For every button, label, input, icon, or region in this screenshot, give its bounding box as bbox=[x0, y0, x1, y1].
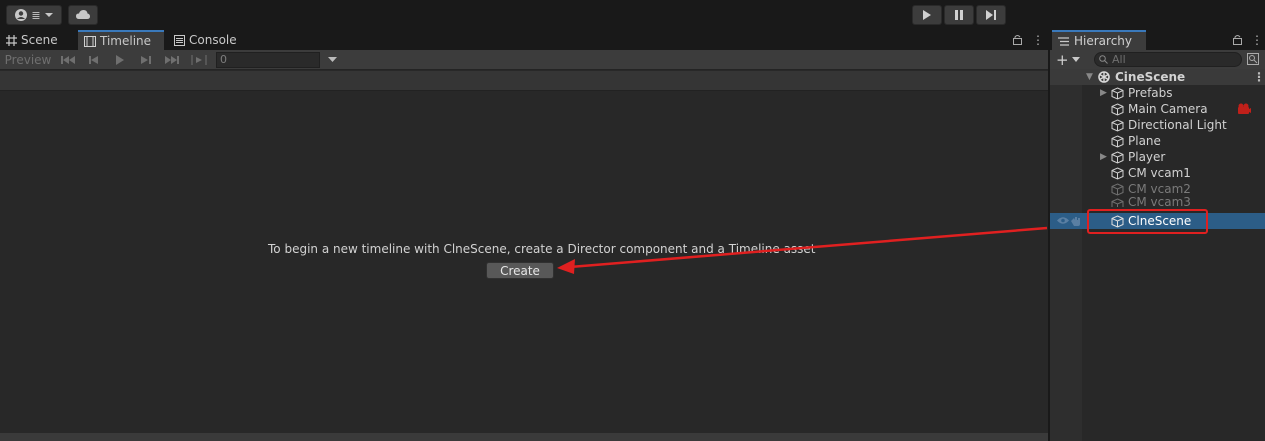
pickable-hand-icon[interactable] bbox=[1070, 216, 1081, 226]
hierarchy-item-main-camera[interactable]: Main Camera bbox=[1050, 101, 1265, 117]
hierarchy-item-cm-vcam3[interactable]: CM vcam3 bbox=[1050, 197, 1265, 207]
previous-frame-icon bbox=[89, 56, 98, 64]
create-button[interactable]: Create bbox=[486, 262, 554, 279]
search-placeholder: All bbox=[1112, 53, 1126, 66]
hierarchy-item-directional-light[interactable]: Directional Light bbox=[1050, 117, 1265, 133]
add-object-button[interactable]: + bbox=[1056, 50, 1080, 69]
gameobject-cube-icon bbox=[1111, 102, 1124, 116]
hierarchy-item-cm-vcam1[interactable]: CM vcam1 bbox=[1050, 165, 1265, 181]
hierarchy-item-label: CM vcam1 bbox=[1128, 166, 1191, 180]
empty-timeline-message: To begin a new timeline with ClneScene, … bbox=[268, 242, 816, 256]
play-icon bbox=[116, 55, 124, 65]
panel-tab-bar: Scene Timeline Console ⋮ bbox=[0, 30, 1048, 50]
tab-timeline[interactable]: Timeline bbox=[78, 30, 164, 50]
hierarchy-item-cm-vcam2[interactable]: CM vcam2 bbox=[1050, 181, 1265, 197]
top-toolbar: ≣ bbox=[0, 0, 1265, 30]
tab-label: Timeline bbox=[100, 34, 152, 48]
hierarchy-item-label: Prefabs bbox=[1128, 86, 1173, 100]
kebab-menu-icon[interactable]: ⋮ bbox=[1251, 33, 1263, 47]
grid-icon bbox=[6, 34, 17, 46]
cloud-icon bbox=[76, 10, 90, 19]
previous-frame-button[interactable] bbox=[84, 52, 104, 68]
next-frame-icon bbox=[141, 56, 151, 64]
hierarchy-item-label: Player bbox=[1128, 150, 1166, 164]
account-icon bbox=[15, 9, 28, 21]
search-filter-icon[interactable] bbox=[1247, 53, 1259, 65]
chevron-down-icon bbox=[44, 13, 53, 17]
tab-label: Console bbox=[189, 33, 237, 47]
lock-icon[interactable] bbox=[1013, 34, 1022, 45]
step-icon bbox=[986, 10, 996, 20]
goto-start-icon bbox=[61, 56, 75, 64]
cinemachine-brain-icon bbox=[1238, 103, 1251, 114]
chevron-down-icon bbox=[327, 57, 337, 62]
kebab-menu-icon[interactable]: ⋮ bbox=[1253, 70, 1265, 84]
step-button[interactable] bbox=[976, 5, 1006, 25]
caret-right-icon[interactable]: ▶ bbox=[1100, 88, 1107, 98]
tab-label: Scene bbox=[21, 33, 58, 47]
hierarchy-panel: Hierarchy ⋮ + All ▼ CineScene ⋮ ▶ Prefab… bbox=[1050, 30, 1265, 441]
gameobject-cube-icon bbox=[1111, 118, 1124, 132]
cloud-button[interactable] bbox=[68, 5, 98, 25]
tab-console[interactable]: Console bbox=[168, 30, 248, 50]
annotation-highlight-box bbox=[1087, 209, 1208, 234]
chevron-down-icon bbox=[1071, 57, 1080, 62]
preview-toggle[interactable]: Preview bbox=[4, 52, 52, 68]
pause-icon bbox=[955, 10, 963, 20]
gameobject-cube-icon bbox=[1111, 150, 1124, 164]
timeline-header-strip bbox=[0, 71, 1048, 91]
hierarchy-item-plane[interactable]: Plane bbox=[1050, 133, 1265, 149]
layers-glyph: ≣ bbox=[31, 8, 41, 22]
timeline-dropdown[interactable] bbox=[322, 52, 342, 68]
time-field[interactable]: 0 bbox=[216, 52, 320, 68]
lock-icon[interactable] bbox=[1233, 34, 1242, 45]
timeline-panel: Scene Timeline Console ⋮ Preview 0 To be… bbox=[0, 30, 1048, 441]
hierarchy-item-label: CM vcam3 bbox=[1128, 197, 1191, 207]
search-icon bbox=[1099, 55, 1108, 64]
tab-scene[interactable]: Scene bbox=[0, 30, 76, 50]
tab-hierarchy[interactable]: Hierarchy bbox=[1052, 30, 1146, 50]
gameobject-cube-icon bbox=[1111, 134, 1124, 148]
goto-end-button[interactable] bbox=[162, 52, 182, 68]
tab-label: Hierarchy bbox=[1074, 34, 1133, 48]
film-icon bbox=[84, 35, 96, 47]
gameobject-cube-icon bbox=[1111, 182, 1124, 196]
next-frame-button[interactable] bbox=[136, 52, 156, 68]
list-icon bbox=[1058, 36, 1069, 46]
console-icon bbox=[174, 34, 185, 46]
caret-down-icon[interactable]: ▼ bbox=[1086, 72, 1093, 82]
play-button[interactable] bbox=[912, 5, 942, 25]
scene-row[interactable]: ▼ CineScene ⋮ bbox=[1050, 69, 1265, 85]
play-range-icon bbox=[191, 55, 207, 65]
hierarchy-item-label: CM vcam2 bbox=[1128, 182, 1191, 196]
gameobject-cube-icon bbox=[1111, 86, 1124, 100]
hierarchy-item-label: Main Camera bbox=[1128, 102, 1208, 116]
hierarchy-item-prefabs[interactable]: ▶ Prefabs bbox=[1050, 85, 1265, 101]
unity-scene-icon bbox=[1098, 71, 1110, 83]
pause-button[interactable] bbox=[944, 5, 974, 25]
hierarchy-item-player[interactable]: ▶ Player bbox=[1050, 149, 1265, 165]
goto-end-icon bbox=[165, 56, 179, 64]
play-icon bbox=[923, 10, 931, 20]
caret-right-icon[interactable]: ▶ bbox=[1100, 152, 1107, 162]
search-input[interactable]: All bbox=[1094, 52, 1242, 67]
scene-name: CineScene bbox=[1115, 70, 1186, 84]
timeline-footer bbox=[0, 433, 1048, 441]
hierarchy-item-label: Plane bbox=[1128, 134, 1161, 148]
hierarchy-item-label: Directional Light bbox=[1128, 118, 1227, 132]
hierarchy-tab-bar: Hierarchy ⋮ bbox=[1050, 30, 1265, 50]
plus-icon: + bbox=[1056, 50, 1069, 69]
visibility-eye-icon[interactable] bbox=[1056, 216, 1070, 225]
hierarchy-search-row: + All bbox=[1050, 50, 1265, 69]
gameobject-cube-icon bbox=[1111, 198, 1124, 207]
play-range-button[interactable] bbox=[188, 52, 210, 68]
timeline-play-button[interactable] bbox=[110, 52, 130, 68]
kebab-menu-icon[interactable]: ⋮ bbox=[1032, 33, 1044, 47]
timeline-controls: Preview 0 bbox=[0, 50, 1048, 70]
gameobject-cube-icon bbox=[1111, 166, 1124, 180]
goto-start-button[interactable] bbox=[58, 52, 78, 68]
account-dropdown[interactable]: ≣ bbox=[6, 5, 62, 25]
